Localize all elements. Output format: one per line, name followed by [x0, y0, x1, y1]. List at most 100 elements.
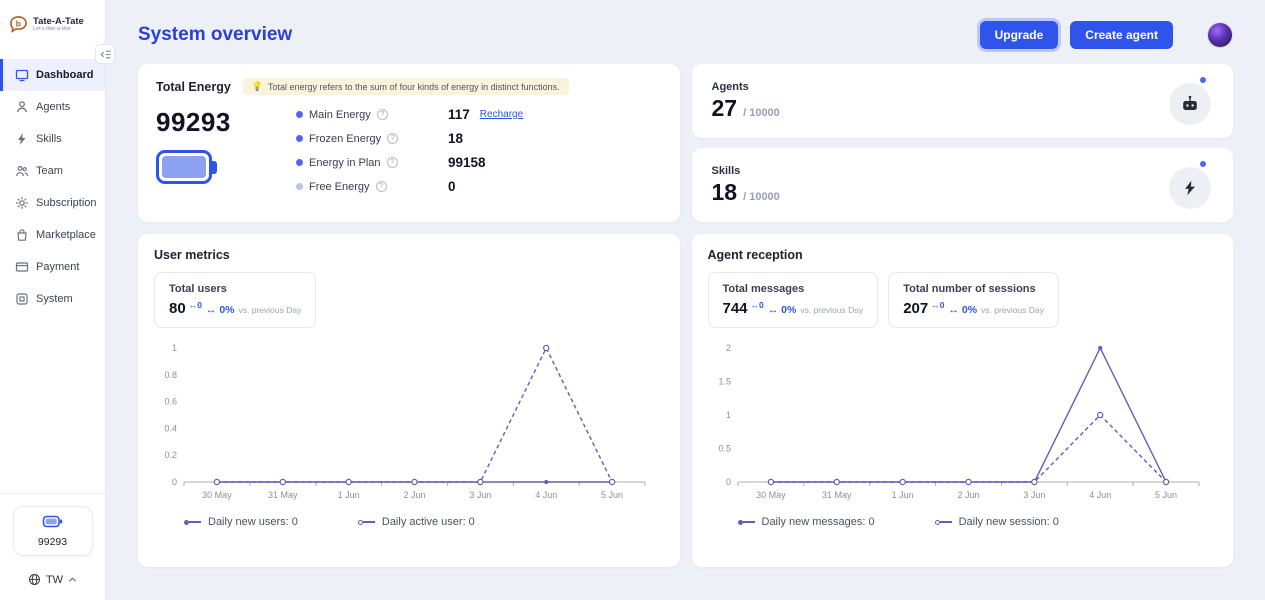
legend-daily-new-messages[interactable]: Daily new messages: 0	[738, 516, 875, 528]
stat-total-users: Total users 80↔0↔ 0%vs. previous Day	[154, 272, 316, 328]
legend-daily-active-user[interactable]: Daily active user: 0	[358, 516, 475, 528]
stat-compare-label: vs. previous Day	[981, 305, 1044, 315]
chevron-up-icon	[68, 576, 77, 584]
info-icon[interactable]: ?	[376, 181, 387, 192]
recharge-link[interactable]: Recharge	[480, 109, 523, 120]
create-agent-button[interactable]: Create agent	[1070, 21, 1173, 49]
info-icon[interactable]: ?	[377, 109, 388, 120]
user-metrics-legend: Daily new users: 0 Daily active user: 0	[184, 516, 664, 528]
sidebar-item-subscription[interactable]: Subscription	[0, 187, 105, 219]
sidebar-item-label: Dashboard	[36, 69, 93, 81]
dashboard-grid: Total Energy 💡 Total energy refers to th…	[138, 64, 1233, 567]
skills-icon	[15, 132, 29, 146]
app-logo[interactable]: b Tate-A-Tate Let's tête-à-tête	[0, 0, 105, 45]
stat-value: 207	[903, 300, 928, 317]
svg-text:4 Jun: 4 Jun	[535, 490, 557, 500]
sidebar-item-skills[interactable]: Skills	[0, 123, 105, 155]
stat-delta: ↔0	[189, 300, 202, 310]
stat-percent: ↔ 0%	[768, 304, 797, 316]
sidebar-item-agents[interactable]: Agents	[0, 91, 105, 123]
agent-reception-card: Agent reception Total messages 744↔0↔ 0%…	[692, 234, 1234, 567]
sidebar-item-label: System	[36, 293, 73, 305]
svg-text:0.6: 0.6	[164, 397, 177, 407]
avatar[interactable]	[1207, 22, 1233, 48]
language-label: TW	[46, 574, 63, 586]
page-header: System overview Upgrade Create agent	[138, 16, 1233, 54]
globe-icon	[28, 573, 41, 586]
dashboard-icon	[15, 68, 29, 82]
sidebar-nav: Dashboard Agents Skills Team Subscriptio…	[0, 59, 105, 315]
page-title: System overview	[138, 24, 292, 46]
energy-item-value: 99158	[448, 155, 523, 170]
sidebar-item-payment[interactable]: Payment	[0, 251, 105, 283]
svg-text:2 Jun: 2 Jun	[403, 490, 425, 500]
skills-title: Skills	[712, 165, 780, 177]
legend-label: Daily active user: 0	[382, 516, 475, 528]
info-icon[interactable]: ?	[387, 157, 398, 168]
energy-item-value: 117 Recharge	[448, 107, 523, 122]
sidebar-item-marketplace[interactable]: Marketplace	[0, 219, 105, 251]
energy-item-label: Main Energy	[309, 109, 371, 121]
sidebar-item-dashboard[interactable]: Dashboard	[0, 59, 105, 91]
svg-text:31 May: 31 May	[268, 490, 298, 500]
stat-label: Total number of sessions	[903, 283, 1044, 295]
svg-text:1 Jun: 1 Jun	[891, 490, 913, 500]
solid-line-marker	[184, 520, 201, 525]
skills-count: 18	[712, 179, 738, 206]
system-icon	[15, 292, 29, 306]
skills-card: Skills 18 / 10000	[692, 148, 1234, 222]
svg-text:3 Jun: 3 Jun	[469, 490, 491, 500]
sidebar-collapse-button[interactable]	[95, 44, 115, 64]
sidebar-item-label: Payment	[36, 261, 79, 273]
agent-reception-legend: Daily new messages: 0 Daily new session:…	[738, 516, 1218, 528]
language-switcher[interactable]: TW	[0, 564, 105, 596]
battery-icon	[156, 150, 212, 184]
svg-text:0.8: 0.8	[164, 370, 177, 380]
sidebar-item-label: Subscription	[36, 197, 97, 209]
payment-icon	[15, 260, 29, 274]
energy-item-label: Energy in Plan	[309, 157, 381, 169]
notification-dot	[1200, 161, 1206, 167]
sidebar-item-system[interactable]: System	[0, 283, 105, 315]
robot-icon	[1169, 83, 1211, 125]
bulb-icon: 💡	[252, 81, 263, 92]
svg-text:0: 0	[725, 477, 730, 487]
sidebar: b Tate-A-Tate Let's tête-à-tête Dashboar…	[0, 0, 106, 600]
energy-legend: Main Energy ? 117 Recharge Frozen Energy…	[296, 107, 523, 194]
sidebar-energy-value: 99293	[14, 536, 92, 548]
svg-text:0.4: 0.4	[164, 423, 177, 433]
svg-text:1: 1	[725, 410, 730, 420]
agents-card: Agents 27 / 10000	[692, 64, 1234, 138]
battery-small-icon	[42, 515, 64, 528]
svg-text:30 May: 30 May	[202, 490, 232, 500]
sidebar-energy-card[interactable]: 99293	[13, 506, 93, 556]
svg-text:1: 1	[172, 343, 177, 353]
energy-item-value: 0	[448, 179, 523, 194]
solid-line-marker	[738, 520, 755, 525]
bolt-icon	[1169, 167, 1211, 209]
svg-text:2: 2	[725, 343, 730, 353]
info-icon[interactable]: ?	[387, 133, 398, 144]
logo-tagline: Let's tête-à-tête	[33, 27, 84, 33]
dashed-line-marker	[935, 520, 952, 525]
legend-dot	[296, 111, 303, 118]
agent-reception-chart: 00.511.5230 May31 May1 Jun2 Jun3 Jun4 Ju…	[708, 338, 1217, 510]
legend-daily-new-session[interactable]: Daily new session: 0	[935, 516, 1059, 528]
legend-daily-new-users[interactable]: Daily new users: 0	[184, 516, 298, 528]
sidebar-item-team[interactable]: Team	[0, 155, 105, 187]
stat-value: 744	[723, 300, 748, 317]
energy-item-label: Free Energy	[309, 181, 370, 193]
notification-dot	[1200, 77, 1206, 83]
stat-delta: ↔0	[751, 300, 764, 310]
energy-tooltip-text: Total energy refers to the sum of four k…	[268, 82, 560, 92]
svg-text:0.2: 0.2	[164, 450, 177, 460]
energy-tooltip: 💡 Total energy refers to the sum of four…	[243, 78, 569, 95]
main-content: System overview Upgrade Create agent Tot…	[106, 0, 1265, 600]
svg-text:3 Jun: 3 Jun	[1023, 490, 1045, 500]
legend-dot	[296, 135, 303, 142]
upgrade-button[interactable]: Upgrade	[980, 21, 1059, 49]
agents-title: Agents	[712, 81, 780, 93]
user-metrics-chart: 00.20.40.60.8130 May31 May1 Jun2 Jun3 Ju…	[154, 338, 663, 510]
collapse-icon	[99, 48, 112, 61]
stat-value: 80	[169, 300, 186, 317]
